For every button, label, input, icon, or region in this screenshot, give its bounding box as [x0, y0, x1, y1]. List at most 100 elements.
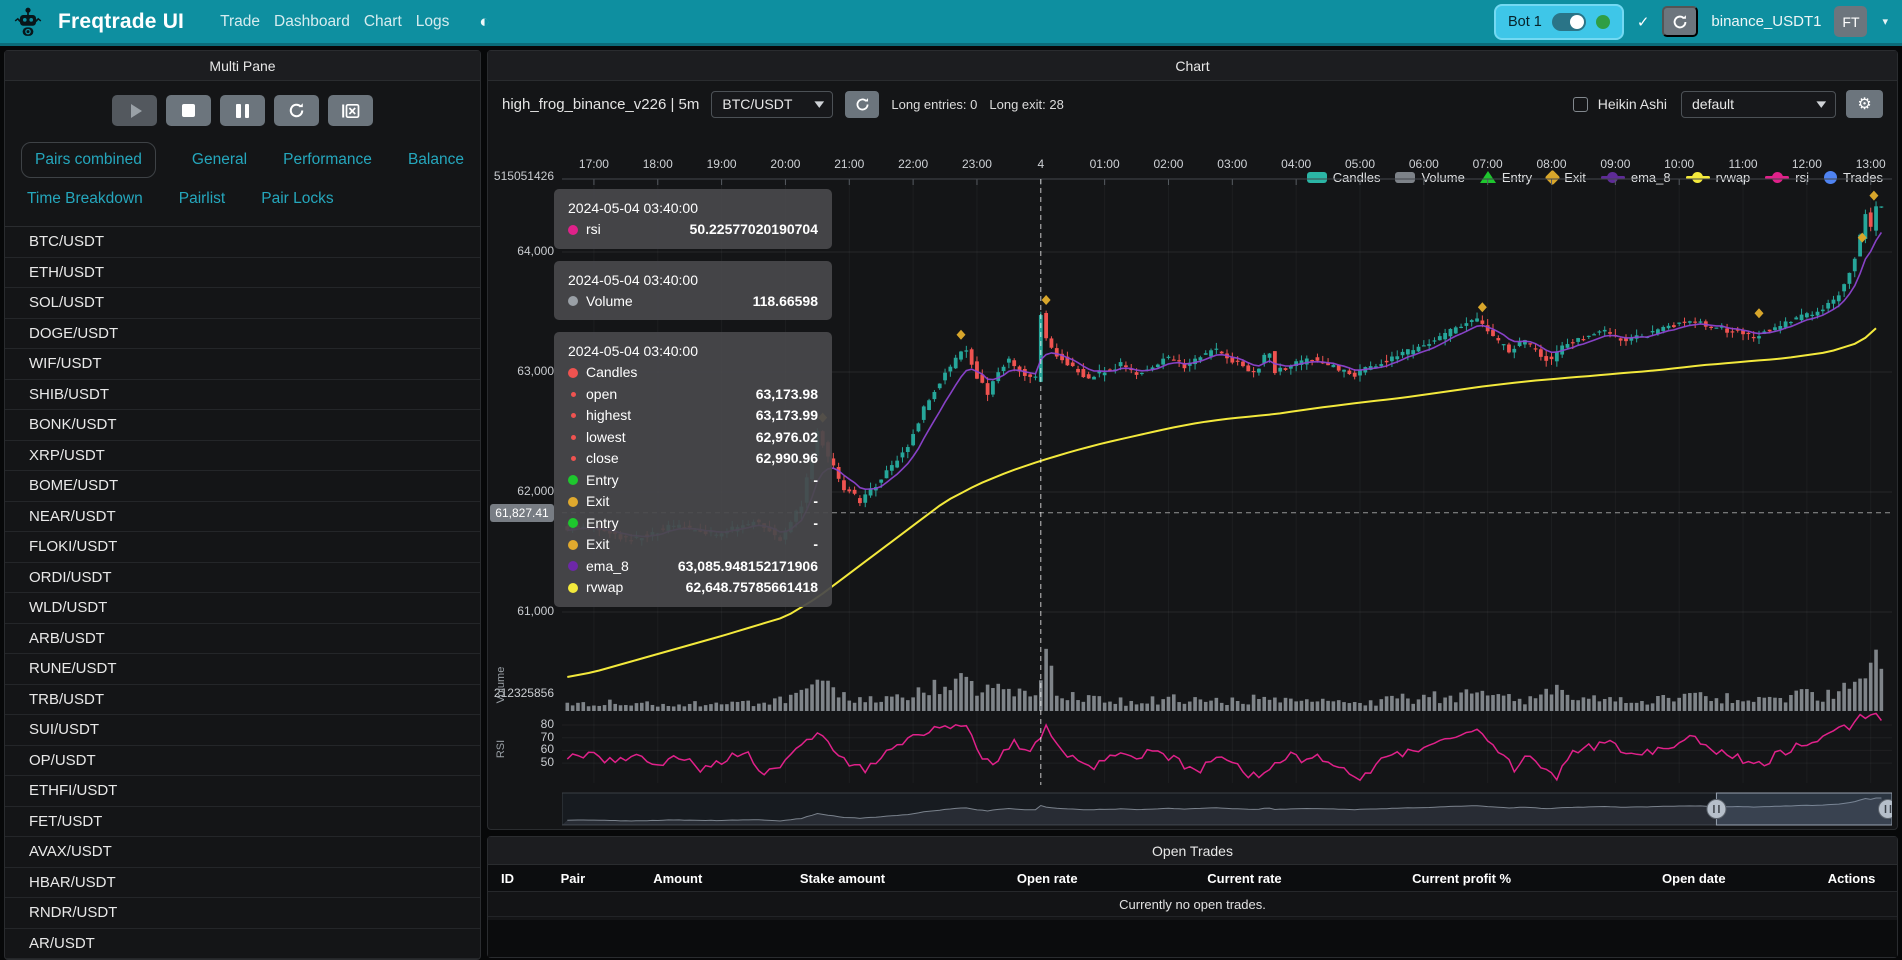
tab-pair-locks[interactable]: Pair Locks: [261, 190, 333, 208]
pair-row-eth-usdt[interactable]: ETH/USDT: [5, 258, 480, 289]
column-amount[interactable]: Amount: [618, 871, 738, 886]
tooltip-row-lowest: lowest62,976.02: [568, 427, 818, 449]
multi-pane-header: Multi Pane: [5, 51, 480, 81]
y-axis-label: 63,000: [488, 364, 554, 378]
column-actions[interactable]: Actions: [1806, 871, 1897, 886]
time-axis-label: 22:00: [886, 157, 940, 171]
user-avatar[interactable]: FT: [1834, 6, 1867, 37]
pair-row-bonk-usdt[interactable]: BONK/USDT: [5, 410, 480, 441]
pause-bot-button[interactable]: [220, 95, 265, 126]
series-dot-icon: [568, 540, 578, 550]
pair-row-xrp-usdt[interactable]: XRP/USDT: [5, 441, 480, 472]
plot-settings-button[interactable]: ⚙: [1846, 90, 1883, 118]
pair-row-trb-usdt[interactable]: TRB/USDT: [5, 685, 480, 716]
column-open-rate[interactable]: Open rate: [947, 871, 1147, 886]
series-dot-icon: [571, 435, 576, 440]
multi-pane-title: Multi Pane: [209, 58, 275, 74]
reload-bot-button[interactable]: [1662, 6, 1698, 37]
pair-row-floki-usdt[interactable]: FLOKI/USDT: [5, 532, 480, 563]
tab-performance[interactable]: Performance: [283, 151, 372, 169]
column-open-date[interactable]: Open date: [1581, 871, 1806, 886]
pair-row-wif-usdt[interactable]: WIF/USDT: [5, 349, 480, 380]
time-axis-label: 4: [1014, 157, 1068, 171]
pair-row-rune-usdt[interactable]: RUNE/USDT: [5, 654, 480, 685]
tab-pairs-combined[interactable]: Pairs combined: [21, 142, 156, 178]
tooltip-timestamp: 2024-05-04 03:40:00: [568, 197, 818, 219]
tooltip-row-volume: Volume118.66598: [568, 291, 818, 313]
heikin-ashi-checkbox[interactable]: [1573, 97, 1588, 112]
nav-item-dashboard[interactable]: Dashboard: [274, 13, 350, 31]
pair-select[interactable]: BTC/USDT ▾: [711, 91, 833, 118]
bot-selector[interactable]: Bot 1: [1494, 4, 1624, 40]
plot-config-select[interactable]: default ▾: [1681, 91, 1836, 118]
tab-pairlist[interactable]: Pairlist: [179, 190, 226, 208]
pair-row-hbar-usdt[interactable]: HBAR/USDT: [5, 868, 480, 899]
tooltip-section: 2024-05-04 03:40:00Volume118.66598: [554, 261, 832, 321]
tooltip-value: -: [813, 534, 818, 556]
chart-tooltip: 2024-05-04 03:40:00rsi50.225770201907042…: [554, 189, 832, 607]
empty-message: Currently no open trades.: [1119, 897, 1266, 912]
pair-row-sol-usdt[interactable]: SOL/USDT: [5, 288, 480, 319]
tooltip-label: Entry: [586, 513, 813, 535]
bot-toggle[interactable]: [1552, 13, 1586, 31]
column-current-rate[interactable]: Current rate: [1147, 871, 1342, 886]
column-current-profit-[interactable]: Current profit %: [1342, 871, 1582, 886]
pair-row-sui-usdt[interactable]: SUI/USDT: [5, 715, 480, 746]
stop-bot-button[interactable]: [166, 95, 211, 126]
tooltip-label: rsi: [586, 219, 690, 241]
tooltip-row-ema-8: ema_863,085.948152171906: [568, 556, 818, 578]
pair-row-avax-usdt[interactable]: AVAX/USDT: [5, 837, 480, 868]
tooltip-label: Candles: [586, 362, 818, 384]
pair-row-ar-usdt[interactable]: AR/USDT: [5, 929, 480, 960]
start-bot-button[interactable]: [112, 95, 157, 126]
tooltip-value: -: [813, 491, 818, 513]
bot-online-dot: [1596, 15, 1610, 29]
pair-row-fet-usdt[interactable]: FET/USDT: [5, 807, 480, 838]
nav-item-logs[interactable]: Logs: [416, 13, 450, 31]
nav-item-chart[interactable]: Chart: [364, 13, 402, 31]
tooltip-value: 62,648.75785661418: [686, 577, 818, 599]
nav-item-trade[interactable]: Trade: [220, 13, 260, 31]
time-axis-label: 17:00: [567, 157, 621, 171]
theme-toggle-icon[interactable]: ◐: [479, 12, 489, 32]
pair-row-ordi-usdt[interactable]: ORDI/USDT: [5, 563, 480, 594]
tab-time-breakdown[interactable]: Time Breakdown: [27, 190, 143, 208]
plot-config-value: default: [1692, 96, 1734, 112]
reload-config-button[interactable]: [274, 95, 319, 126]
tooltip-value: -: [813, 513, 818, 535]
play-icon: [131, 104, 142, 118]
column-id[interactable]: ID: [488, 871, 528, 886]
series-dot-icon: [568, 583, 578, 593]
tooltip-row-highest: highest63,173.99: [568, 405, 818, 427]
pair-row-doge-usdt[interactable]: DOGE/USDT: [5, 319, 480, 350]
tab-general[interactable]: General: [192, 151, 247, 169]
close-multipane-button[interactable]: [328, 95, 373, 126]
tab-balance[interactable]: Balance: [408, 151, 464, 169]
user-menu-caret-icon[interactable]: ▾: [1882, 15, 1888, 28]
time-axis-label: 01:00: [1078, 157, 1132, 171]
column-stake-amount[interactable]: Stake amount: [738, 871, 948, 886]
time-axis-label: 23:00: [950, 157, 1004, 171]
pair-row-btc-usdt[interactable]: BTC/USDT: [5, 227, 480, 258]
time-axis-label: 08:00: [1525, 157, 1579, 171]
pair-row-ethfi-usdt[interactable]: ETHFI/USDT: [5, 776, 480, 807]
series-dot-icon: [568, 475, 578, 485]
pair-row-bome-usdt[interactable]: BOME/USDT: [5, 471, 480, 502]
pair-row-rndr-usdt[interactable]: RNDR/USDT: [5, 898, 480, 929]
tooltip-value: 62,990.96: [756, 448, 818, 470]
pair-row-arb-usdt[interactable]: ARB/USDT: [5, 624, 480, 655]
pair-row-wld-usdt[interactable]: WLD/USDT: [5, 593, 480, 624]
rsi-axis-title: RSI: [495, 719, 507, 779]
series-dot-icon: [568, 561, 578, 571]
chart-plot-area[interactable]: 51505142664,00063,00062,00061,0002123258…: [488, 151, 1897, 829]
column-pair[interactable]: Pair: [528, 871, 618, 886]
pair-row-shib-usdt[interactable]: SHIB/USDT: [5, 380, 480, 411]
tooltip-row-close: close62,990.96: [568, 448, 818, 470]
tooltip-row-entry: Entry-: [568, 470, 818, 492]
chart-refresh-button[interactable]: [845, 91, 879, 118]
pair-row-near-usdt[interactable]: NEAR/USDT: [5, 502, 480, 533]
pair-select-value: BTC/USDT: [722, 96, 792, 112]
y-axis-label: 64,000: [488, 244, 554, 258]
pair-row-op-usdt[interactable]: OP/USDT: [5, 746, 480, 777]
tooltip-label: close: [586, 448, 756, 470]
